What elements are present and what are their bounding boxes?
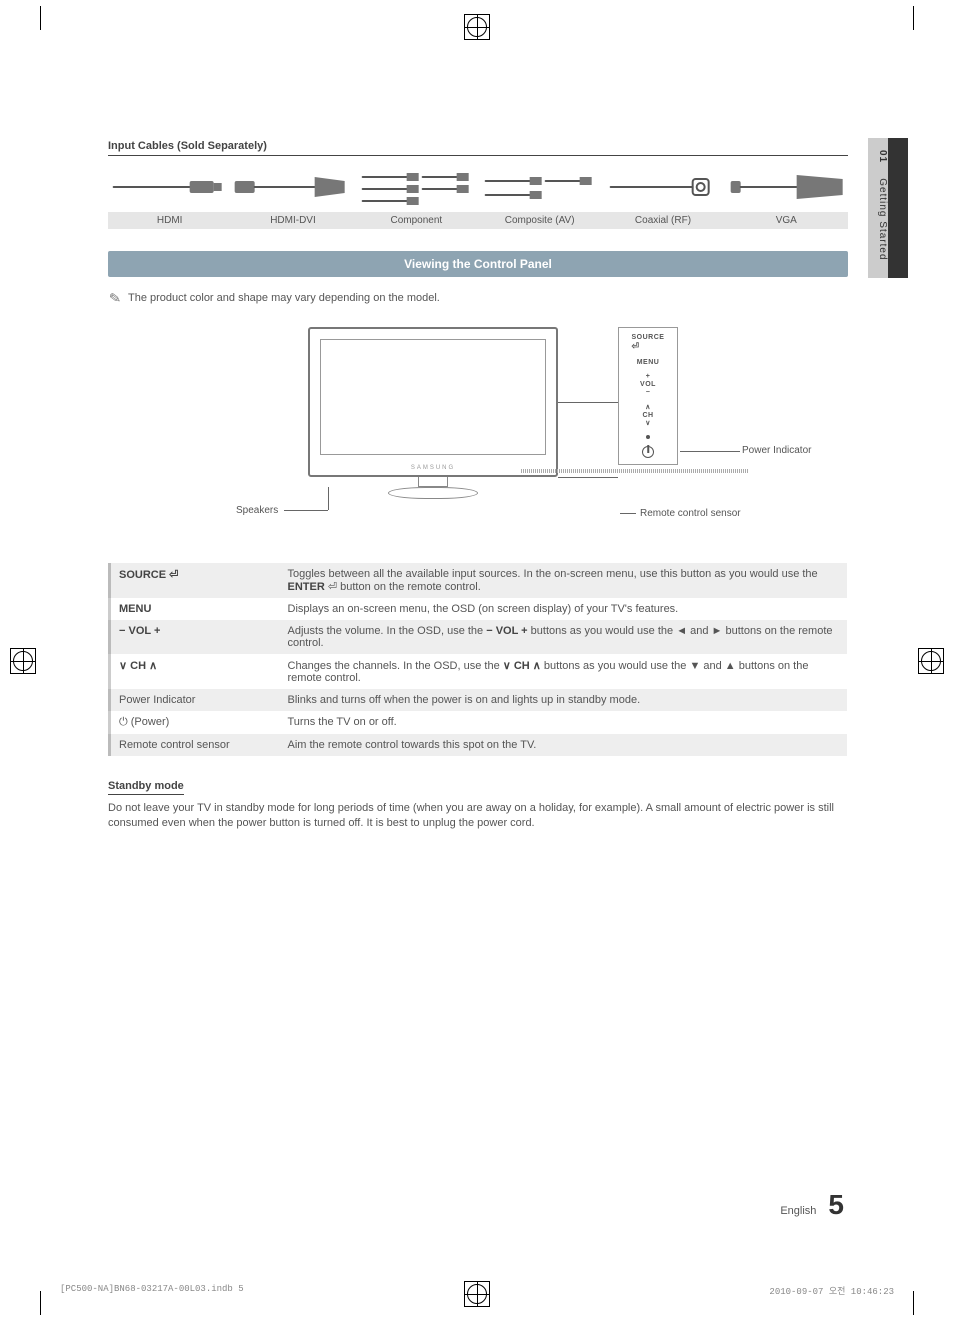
table-row: MENUDisplays an on-screen menu, the OSD …	[110, 598, 847, 620]
control-desc: Displays an on-screen menu, the OSD (on …	[280, 598, 847, 620]
cable-vga-icon	[725, 162, 848, 212]
note-text: The product color and shape may vary dep…	[128, 292, 440, 304]
callout-line	[328, 487, 329, 510]
footer-page-number: 5	[828, 1189, 844, 1221]
power-icon	[642, 446, 654, 458]
chapter-number: 01	[877, 150, 888, 163]
tv-screen	[320, 339, 546, 455]
control-name: SOURCE ⏎	[110, 563, 280, 598]
control-name: ⏻ (Power)	[110, 711, 280, 734]
chapter-tab-text: 01 Getting Started	[868, 150, 888, 261]
tv-speaker-grille	[521, 469, 749, 473]
callout-line	[558, 402, 618, 403]
tv-stand-neck	[418, 477, 448, 487]
table-row: SOURCE ⏎Toggles between all the availabl…	[110, 563, 847, 598]
cable-hdmi-dvi-icon	[231, 162, 354, 212]
enter-icon: ⏎	[632, 341, 640, 351]
chapter-tab-dark	[888, 138, 908, 278]
standby-text: Do not leave your TV in standby mode for…	[108, 801, 848, 831]
callout-line	[620, 513, 636, 514]
tv-logo: SAMSUNG	[411, 465, 455, 471]
table-row: Power IndicatorBlinks and turns off when…	[110, 689, 847, 711]
cables-images-row	[108, 162, 848, 212]
note-icon: ✎	[107, 290, 123, 306]
print-footer-left: [PC500-NA]BN68-03217A-00L03.indb 5	[60, 1284, 244, 1297]
control-desc: Changes the channels. In the OSD, use th…	[280, 654, 847, 689]
chapter-label: Getting Started	[877, 178, 888, 260]
page-content: Input Cables (Sold Separately)	[108, 140, 848, 831]
cable-component-icon	[355, 162, 478, 212]
footer-lang: English	[780, 1205, 816, 1217]
callout-line	[680, 451, 740, 452]
cable-label: VGA	[725, 212, 848, 229]
cable-label: Composite (AV)	[478, 212, 601, 229]
control-desc: Aim the remote control towards this spot…	[280, 734, 847, 756]
power-indicator-label: Power Indicator	[742, 445, 811, 456]
table-row: − VOL +Adjusts the volume. In the OSD, u…	[110, 620, 847, 654]
remote-sensor-label: Remote control sensor	[640, 508, 741, 519]
panel-vol-label: +VOL−	[640, 373, 656, 397]
cable-hdmi-icon	[108, 162, 231, 212]
panel-source-label: SOURCE⏎	[632, 334, 665, 352]
standby-heading: Standby mode	[108, 780, 184, 795]
controls-table: SOURCE ⏎Toggles between all the availabl…	[108, 563, 848, 756]
callout-line	[284, 510, 328, 511]
cable-label: Coaxial (RF)	[601, 212, 724, 229]
control-desc: Turns the TV on or off.	[280, 711, 847, 734]
cable-composite-icon	[478, 162, 601, 212]
control-name: Remote control sensor	[110, 734, 280, 756]
control-panel: SOURCE⏎ MENU +VOL− ∧CH∨	[618, 327, 678, 465]
cables-labels-row: HDMI HDMI-DVI Component Composite (AV) C…	[108, 212, 848, 229]
cable-label: HDMI-DVI	[231, 212, 354, 229]
control-name: MENU	[110, 598, 280, 620]
section-title: Viewing the Control Panel	[108, 251, 848, 277]
tv-diagram: SAMSUNG SOURCE⏎ MENU +VOL− ∧CH∨ Power In…	[108, 327, 848, 527]
tv-body: SAMSUNG	[308, 327, 558, 477]
table-row: Remote control sensorAim the remote cont…	[110, 734, 847, 756]
print-footer: [PC500-NA]BN68-03217A-00L03.indb 5 2010-…	[60, 1284, 894, 1297]
control-name: ∨ CH ∧	[110, 654, 280, 689]
cables-header: Input Cables (Sold Separately)	[108, 140, 848, 156]
cable-label: HDMI	[108, 212, 231, 229]
cable-coaxial-icon	[601, 162, 724, 212]
control-name: Power Indicator	[110, 689, 280, 711]
table-row: ∨ CH ∧Changes the channels. In the OSD, …	[110, 654, 847, 689]
table-row: ⏻ (Power)Turns the TV on or off.	[110, 711, 847, 734]
speakers-label: Speakers	[236, 505, 278, 516]
note-row: ✎ The product color and shape may vary d…	[108, 291, 848, 305]
callout-line	[558, 477, 618, 478]
page-footer: English 5	[780, 1189, 844, 1221]
control-desc: Toggles between all the available input …	[280, 563, 847, 598]
power-indicator-dot	[646, 435, 650, 439]
panel-menu-label: MENU	[637, 359, 660, 366]
print-footer-right: 2010-09-07 오전 10:46:23	[769, 1284, 894, 1297]
panel-ch-label: ∧CH∨	[642, 404, 653, 428]
control-name: − VOL +	[110, 620, 280, 654]
cable-label: Component	[355, 212, 478, 229]
control-desc: Adjusts the volume. In the OSD, use the …	[280, 620, 847, 654]
tv-stand-base	[388, 487, 478, 499]
control-desc: Blinks and turns off when the power is o…	[280, 689, 847, 711]
